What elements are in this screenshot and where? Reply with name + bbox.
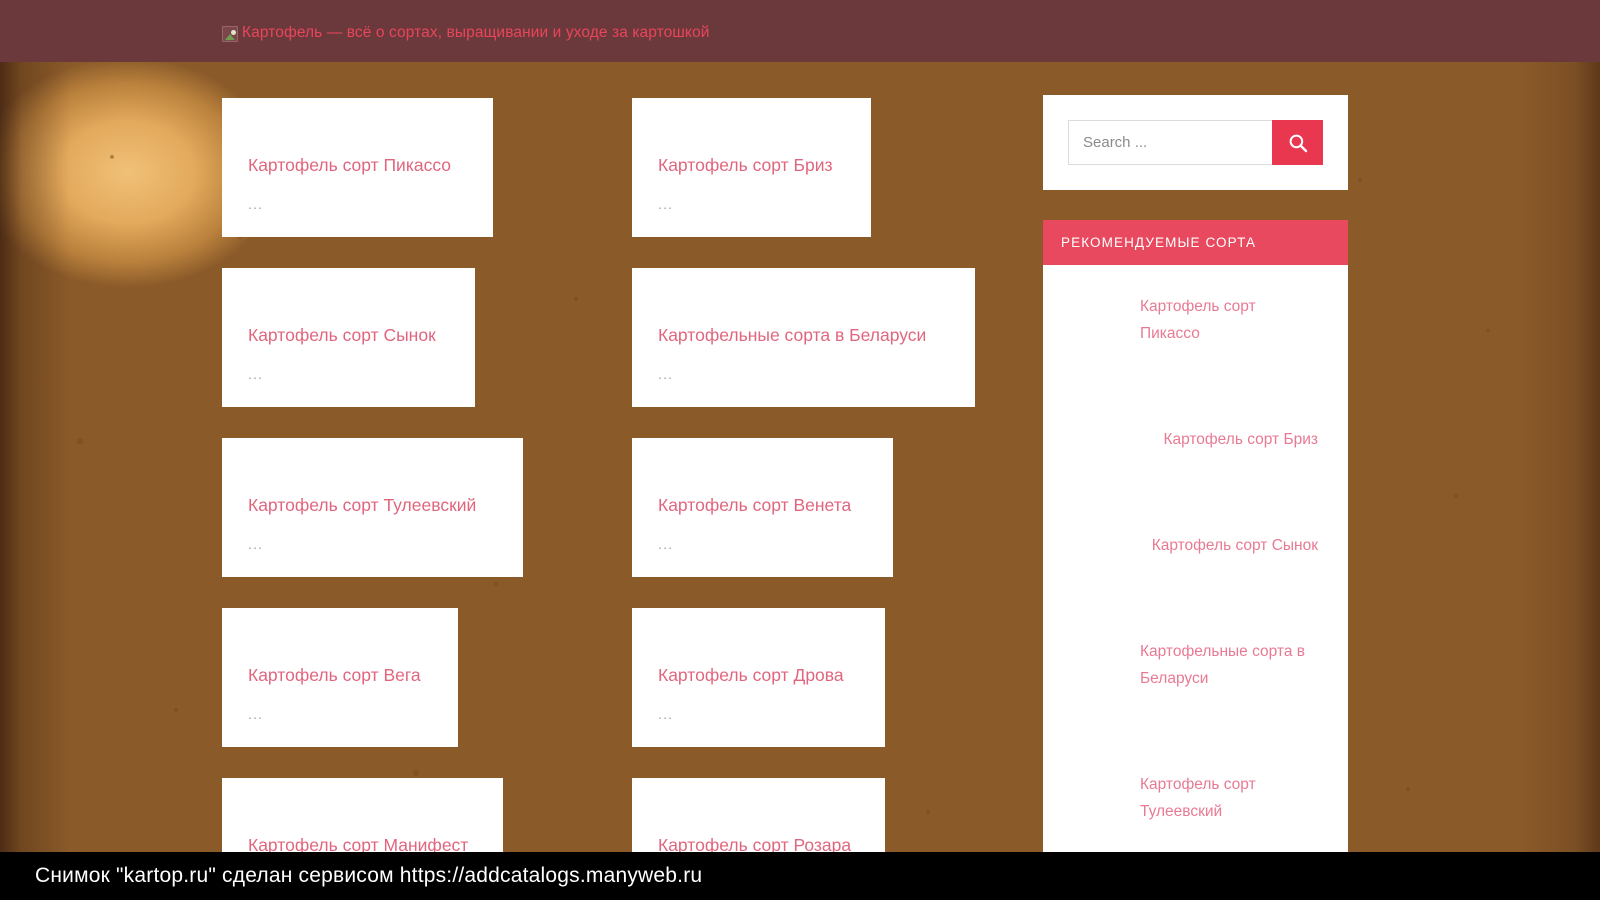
search-icon [1289,134,1307,152]
list-item: Картофель сорт Тулеевский [1073,771,1318,825]
recommended-widget-title: РЕКОМЕНДУЕМЫЕ СОРТА [1043,220,1348,265]
post-title[interactable]: Картофель сорт Венета [658,494,851,516]
post-title[interactable]: Картофель сорт Пикассо [248,154,451,176]
site-header-bar: Картофель — всё о сортах, выращивании и … [0,0,1600,62]
recommended-widget: РЕКОМЕНДУЕМЫЕ СОРТА Картофель сорт Пикас… [1043,220,1348,865]
page-content: Картофель сорт Пикассо ... Картофель сор… [0,62,1600,900]
post-title[interactable]: Картофель сорт Бриз [658,154,833,176]
sidebar: РЕКОМЕНДУЕМЫЕ СОРТА Картофель сорт Пикас… [1043,95,1348,865]
search-submit-button[interactable] [1272,120,1323,165]
post-excerpt: ... [658,366,674,382]
post-title[interactable]: Картофель сорт Дрова [658,664,844,686]
watermark-text: Снимок "kartop.ru" сделан сервисом https… [35,864,703,887]
list-item: Картофель сорт Сынок [1073,532,1318,559]
post-excerpt: ... [658,536,674,552]
recommended-link[interactable]: Картофель сорт Пикассо [1140,293,1318,347]
recommended-link[interactable]: Картофель сорт Сынок [1152,532,1318,559]
recommended-list: Картофель сорт Пикассо Картофель сорт Бр… [1073,293,1318,825]
post-excerpt: ... [248,196,264,212]
post-title[interactable]: Картофель сорт Тулеевский [248,494,476,516]
post-title[interactable]: Картофель сорт Вега [248,664,421,686]
post-card[interactable]: Картофель сорт Бриз ... [632,98,871,237]
recommended-link[interactable]: Картофель сорт Тулеевский [1140,771,1318,825]
post-excerpt: ... [248,366,264,382]
recommended-link[interactable]: Картофель сорт Бриз [1163,426,1318,453]
post-card[interactable]: Картофель сорт Тулеевский ... [222,438,523,577]
site-branding[interactable]: Картофель — всё о сортах, выращивании и … [222,24,709,42]
post-excerpt: ... [248,706,264,722]
list-item: Картофельные сорта в Беларуси [1073,638,1318,692]
post-card[interactable]: Картофель сорт Дрова ... [632,608,885,747]
page-root: Картофель — всё о сортах, выращивании и … [0,0,1600,900]
search-input[interactable] [1068,120,1272,165]
post-title[interactable]: Картофельные сорта в Беларуси [658,324,926,346]
post-card[interactable]: Картофель сорт Венета ... [632,438,893,577]
watermark-bar: Снимок "kartop.ru" сделан сервисом https… [0,852,1600,900]
list-item: Картофель сорт Пикассо [1073,293,1318,347]
post-title[interactable]: Картофель сорт Сынок [248,324,436,346]
recommended-widget-body: Картофель сорт Пикассо Картофель сорт Бр… [1043,265,1348,865]
list-item: Картофель сорт Бриз [1073,426,1318,453]
site-title[interactable]: Картофель — всё о сортах, выращивании и … [242,24,709,42]
post-card[interactable]: Картофель сорт Вега ... [222,608,458,747]
post-excerpt: ... [248,536,264,552]
post-excerpt: ... [658,196,674,212]
post-card[interactable]: Картофель сорт Сынок ... [222,268,475,407]
post-card[interactable]: Картофельные сорта в Беларуси ... [632,268,975,407]
broken-image-icon [222,26,238,42]
post-excerpt: ... [658,706,674,722]
search-widget [1043,95,1348,190]
recommended-link[interactable]: Картофельные сорта в Беларуси [1140,638,1318,692]
post-card[interactable]: Картофель сорт Пикассо ... [222,98,493,237]
search-form [1068,120,1323,165]
